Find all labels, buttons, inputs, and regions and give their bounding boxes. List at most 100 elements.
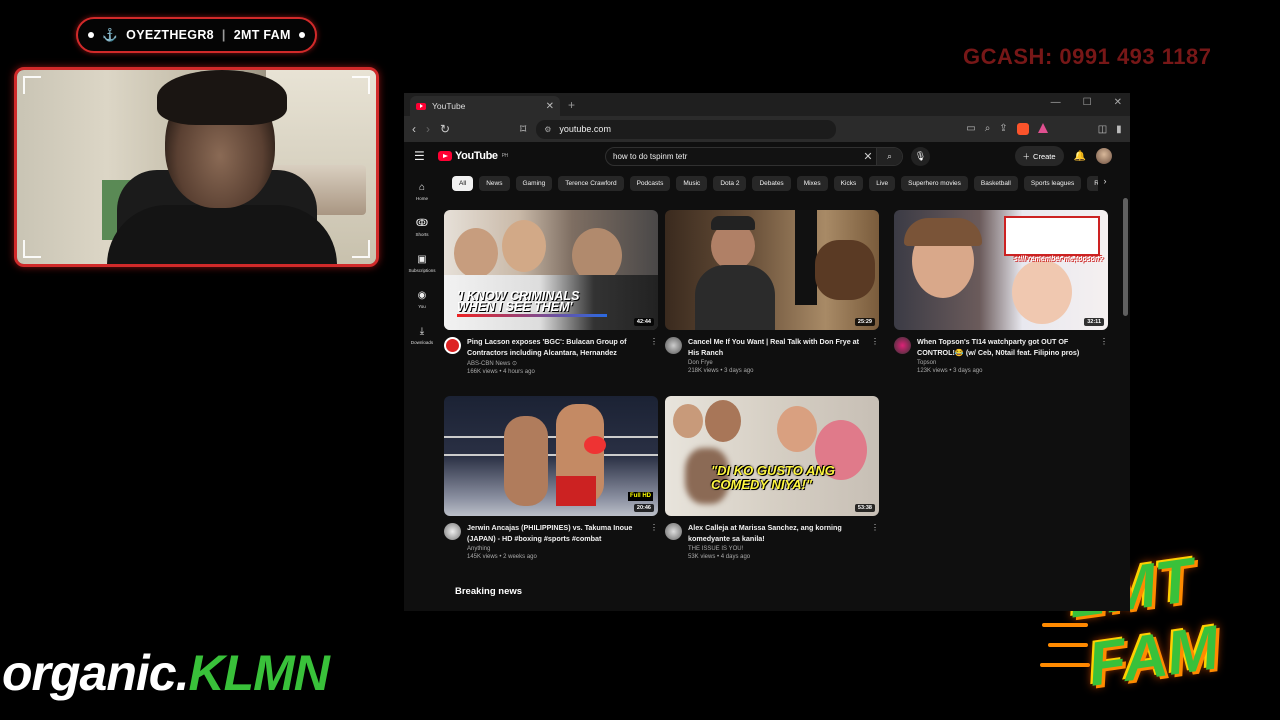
maximize-icon[interactable]: ☐: [1083, 97, 1092, 108]
clear-search-icon[interactable]: ✕: [860, 150, 876, 163]
new-tab-button[interactable]: +: [568, 98, 575, 112]
more-actions-icon[interactable]: ⋮: [1100, 337, 1108, 374]
chip-dota-2[interactable]: Dota 2: [713, 176, 747, 191]
chip-kicks[interactable]: Kicks: [833, 176, 864, 191]
video-title[interactable]: Jerwin Ancajas (PHILIPPINES) vs. Takuma …: [467, 523, 644, 544]
site-info-icon[interactable]: ⚙: [544, 125, 551, 134]
section-title: Breaking news: [455, 586, 523, 597]
channel-name[interactable]: ABS-CBN News ⊙: [467, 360, 644, 367]
minimize-icon[interactable]: —: [1051, 97, 1061, 108]
video-card[interactable]: Full HD 20:46 Jerwin Ancajas (PHILIPPINE…: [444, 396, 658, 560]
chip-news[interactable]: News: [479, 176, 510, 191]
more-actions-icon[interactable]: ⋮: [650, 523, 658, 560]
sidebar-toggle-icon[interactable]: ▮: [1116, 124, 1122, 135]
notifications-icon[interactable]: 🔔: [1074, 151, 1086, 162]
share-icon[interactable]: ⇪: [999, 123, 1007, 135]
channel-avatar[interactable]: [444, 337, 461, 354]
page-scrollbar[interactable]: [1123, 198, 1128, 316]
video-thumbnail[interactable]: 25:29: [665, 210, 879, 330]
chip-podcasts[interactable]: Podcasts: [629, 176, 671, 191]
video-stats: 145K views • 2 weeks ago: [467, 554, 537, 560]
video-title[interactable]: Cancel Me If You Want | Real Talk with D…: [688, 337, 865, 358]
sidebar-item-shorts[interactable]: ↂ Shorts: [404, 214, 440, 242]
video-title[interactable]: When Topson's TI14 watchparty got OUT OF…: [917, 337, 1094, 358]
youtube-logo[interactable]: YouTube PH: [438, 150, 508, 162]
tab-youtube[interactable]: YouTube ✕: [410, 96, 560, 116]
channel-avatar[interactable]: [665, 523, 682, 540]
mini-guide: ⌂ Home ↂ Shorts ▣ Subscriptions ◉ You ⤓ Downl…: [404, 170, 440, 350]
forward-icon[interactable]: ›: [426, 122, 430, 136]
video-card[interactable]: 'I KNOW CRIMINALS WHEN I SEE THEM' 42:44…: [444, 210, 658, 375]
chip-mixes[interactable]: Mixes: [796, 176, 828, 191]
channel-name[interactable]: THE ISSUE IS YOU!: [688, 546, 865, 552]
chip-music[interactable]: Music: [676, 176, 708, 191]
chip-gaming[interactable]: Gaming: [515, 176, 553, 191]
chip-live[interactable]: Live: [869, 176, 896, 191]
chip-next-icon[interactable]: ›: [1098, 176, 1112, 191]
video-stats: 166K views • 4 hours ago: [467, 369, 535, 375]
video-card[interactable]: 25:29 Cancel Me If You Want | Real Talk …: [665, 210, 879, 374]
sidebar-item-subscriptions[interactable]: ▣ Subscriptions: [404, 250, 440, 278]
back-icon[interactable]: ‹: [412, 122, 416, 136]
create-button[interactable]: ＋ Create: [1014, 146, 1064, 166]
channel-name[interactable]: Don Frye: [688, 360, 865, 366]
badge-dot-right: [298, 32, 305, 38]
chip-sports-leagues[interactable]: Sports leagues: [1023, 176, 1082, 191]
browser-window: YouTube ✕ + — ☐ ✕ ‹ › ↻ ⌑ ⚙ youtube.com …: [404, 93, 1130, 611]
video-thumbnail[interactable]: still remember me,topson? 32:11: [894, 210, 1108, 330]
bookmark-icon[interactable]: ⌑: [520, 122, 526, 136]
sidebar-item-label: You: [418, 304, 426, 309]
channel-name[interactable]: Topson: [917, 360, 1094, 366]
thumbnail-caption: Full HD: [628, 492, 653, 501]
voice-search-icon[interactable]: 🎙: [911, 147, 930, 166]
you-icon: ◉: [417, 290, 427, 301]
chip-basketball[interactable]: Basketball: [973, 176, 1018, 191]
brave-rewards-icon[interactable]: [1037, 123, 1048, 133]
video-card[interactable]: "DI KO GUSTO ANG COMEDY NIYA!" 53:38 Ale…: [665, 396, 879, 560]
channel-name[interactable]: Anything: [467, 546, 644, 552]
zoom-icon[interactable]: ⌕: [985, 123, 991, 135]
more-actions-icon[interactable]: ⋮: [650, 337, 658, 375]
chip-terence-crawford[interactable]: Terence Crawford: [558, 176, 624, 191]
sidebar-item-downloads[interactable]: ⤓ Downloads: [404, 322, 440, 350]
video-card[interactable]: still remember me,topson? 32:11 When Top…: [894, 210, 1108, 374]
reader-icon[interactable]: ◫: [1098, 124, 1107, 135]
sponsor-logo: organic.KLMN: [2, 645, 330, 701]
search-box[interactable]: how to do tspinm tetr ✕ ⌕: [605, 147, 903, 166]
channel-avatar[interactable]: [894, 337, 911, 354]
video-thumbnail[interactable]: 'I KNOW CRIMINALS WHEN I SEE THEM' 42:44: [444, 210, 658, 330]
video-duration: 53:38: [854, 504, 875, 512]
search-button[interactable]: ⌕: [876, 148, 902, 165]
video-thumbnail[interactable]: "DI KO GUSTO ANG COMEDY NIYA!" 53:38: [665, 396, 879, 516]
thumbnail-caption: 'I KNOW CRIMINALS WHEN I SEE THEM': [457, 289, 580, 314]
chip-debates[interactable]: Debates: [752, 176, 791, 191]
video-title[interactable]: Ping Lacson exposes 'BGC': Bulacan Group…: [467, 337, 644, 358]
chip-superhero-movies[interactable]: Superhero movies: [901, 176, 968, 191]
chip-all[interactable]: All: [452, 176, 474, 191]
create-label: Create: [1033, 151, 1056, 161]
video-stats: 123K views • 3 days ago: [917, 368, 983, 374]
header-actions: ＋ Create 🔔: [1014, 146, 1112, 166]
thumbnail-caption: still remember me,topson?: [1014, 256, 1104, 263]
video-title[interactable]: Alex Calleja at Marissa Sanchez, ang kor…: [688, 523, 865, 544]
brave-shields-icon[interactable]: [1016, 123, 1029, 135]
more-actions-icon[interactable]: ⋮: [871, 523, 879, 560]
address-bar[interactable]: ⚙ youtube.com: [536, 119, 837, 139]
home-icon: ⌂: [418, 182, 426, 193]
channel-avatar[interactable]: [444, 523, 461, 540]
channel-avatar[interactable]: [665, 337, 682, 354]
sidebar-item-home[interactable]: ⌂ Home: [404, 178, 440, 206]
tab-close-icon[interactable]: ✕: [546, 101, 554, 112]
guide-menu-icon[interactable]: ☰: [414, 149, 428, 163]
account-avatar[interactable]: [1096, 148, 1112, 164]
youtube-page: ☰ YouTube PH how to do tspinm tetr ✕ ⌕ 🎙…: [404, 142, 1130, 611]
reload-icon[interactable]: ↻: [440, 122, 450, 136]
more-actions-icon[interactable]: ⋮: [871, 337, 879, 374]
sponsor-logo-part-a: organic.: [2, 645, 189, 701]
sidebar-item-you[interactable]: ◉ You: [404, 286, 440, 314]
video-thumbnail[interactable]: Full HD 20:46: [444, 396, 658, 516]
window-close-icon[interactable]: ✕: [1114, 97, 1122, 108]
region-code: PH: [501, 153, 509, 159]
search-input[interactable]: how to do tspinm tetr: [606, 152, 860, 161]
cast-icon[interactable]: ▭: [966, 123, 975, 135]
